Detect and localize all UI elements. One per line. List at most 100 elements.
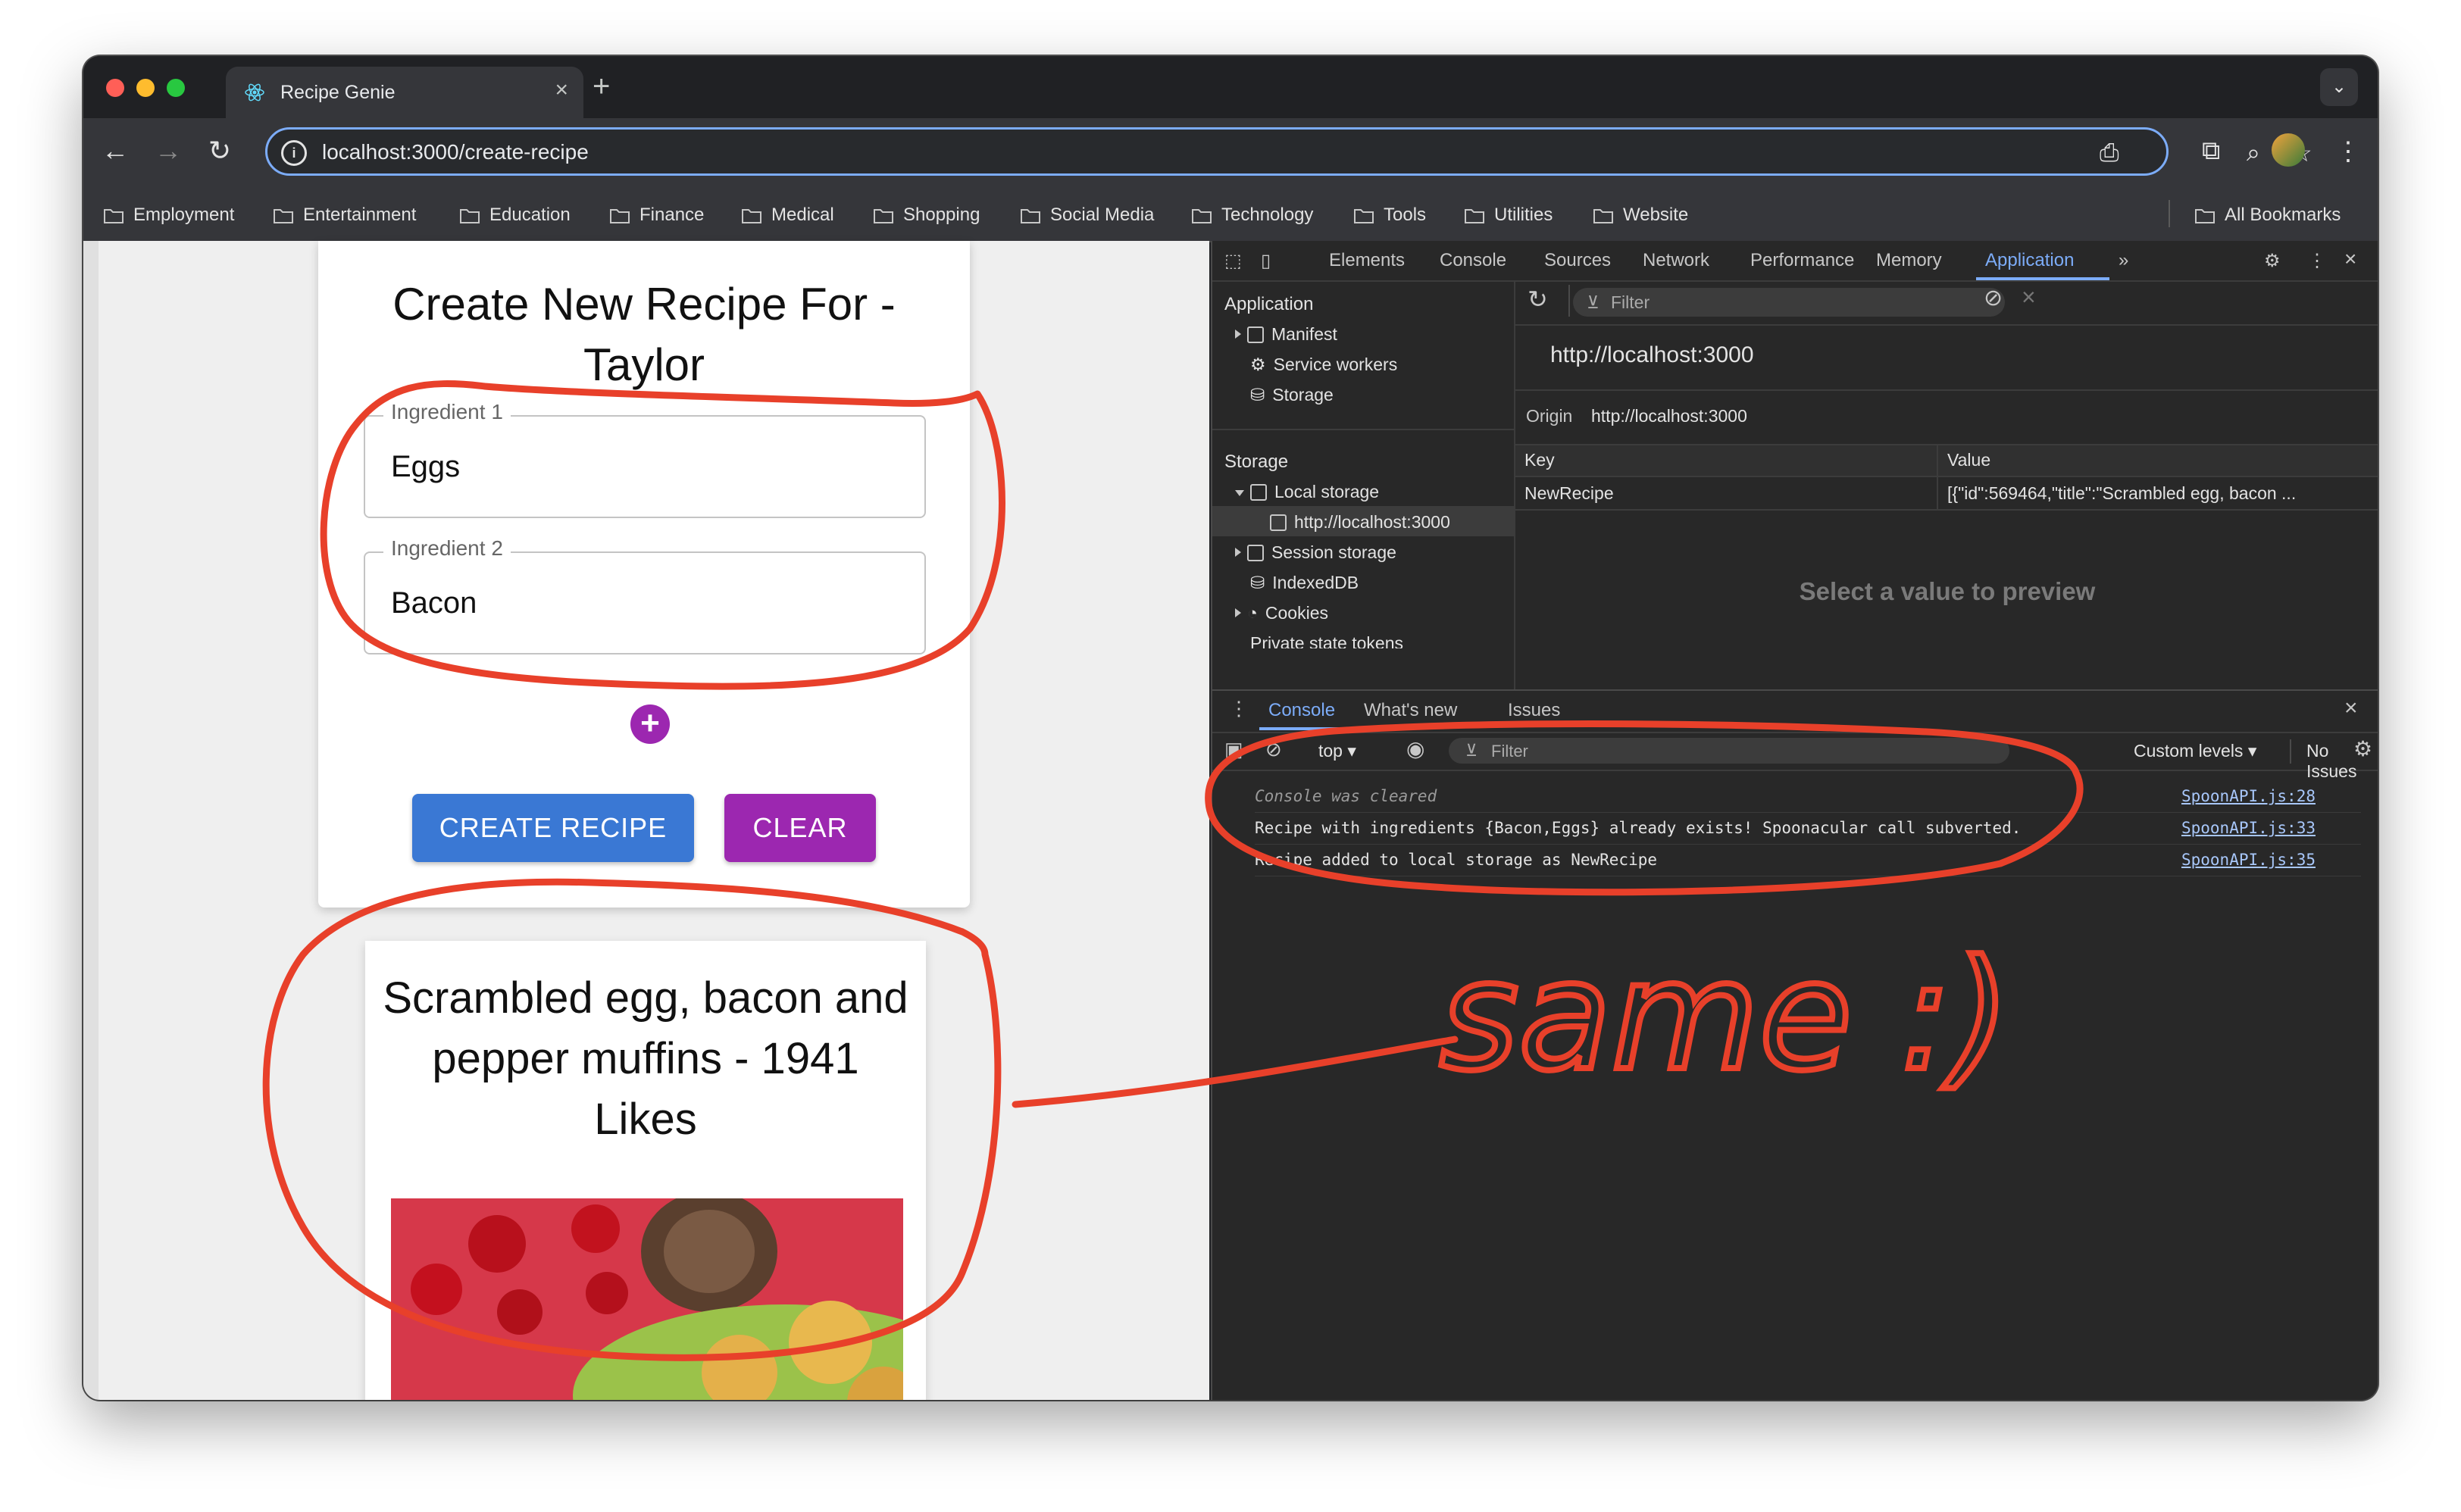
all-bookmarks[interactable]: All Bookmarks (2194, 205, 2341, 226)
storage-filter-input[interactable]: ⊻ Filter (1573, 288, 2005, 317)
inspect-element-icon[interactable]: ⬚ (1224, 250, 1242, 272)
bookmark-finance[interactable]: Finance (609, 205, 704, 226)
bookmark-utilities[interactable]: Utilities (1464, 205, 1553, 226)
tab-network[interactable]: Network (1643, 250, 1709, 271)
console-source-link[interactable]: SpoonAPI.js:28 (2181, 780, 2316, 812)
close-window-button[interactable] (106, 79, 124, 97)
forward-button[interactable]: → (152, 135, 185, 167)
origin-divider (1515, 389, 2378, 391)
minimize-window-button[interactable] (136, 79, 155, 97)
close-tab-icon[interactable]: × (555, 77, 568, 103)
drawer-tab-whats-new[interactable]: What's new (1364, 700, 1457, 721)
browser-menu-icon[interactable]: ⋮ (2335, 136, 2361, 167)
sidebar-item-local-origin[interactable]: http://localhost:3000 (1270, 512, 1450, 533)
cookie-icon: ◔ (1247, 603, 1258, 623)
drawer-tab-issues[interactable]: Issues (1508, 700, 1560, 721)
folder-icon (274, 209, 293, 223)
refresh-icon[interactable]: ↻ (1528, 285, 1548, 314)
tab-console[interactable]: Console (1440, 250, 1506, 271)
tab-performance[interactable]: Performance (1750, 250, 1854, 271)
filter-icon: ⊻ (1465, 741, 1478, 760)
zoom-icon[interactable]: ⌕ (2247, 139, 2260, 167)
url-text: localhost:3000/create-recipe (322, 140, 589, 164)
sidebar-toggle-icon[interactable]: ▣ (1224, 738, 1243, 761)
bookmark-social-media[interactable]: Social Media (1020, 205, 1154, 226)
clear-console-icon[interactable]: ⊘ (1265, 738, 1282, 761)
extensions-icon[interactable]: ⧉ (2202, 136, 2220, 166)
install-app-icon[interactable]: ⎙ (2100, 139, 2119, 167)
sidebar-item-session-storage[interactable]: Session storage (1235, 542, 1396, 563)
tab-recipe-genie[interactable]: Recipe Genie × (226, 67, 583, 118)
table-row[interactable]: NewRecipe [{"id":569464,"title":"Scrambl… (1515, 477, 2378, 511)
settings-gear-icon[interactable]: ⚙ (2264, 250, 2281, 272)
bookmark-education[interactable]: Education (459, 205, 571, 226)
device-toolbar-icon[interactable]: ▯ (1261, 250, 1271, 272)
console-source-link[interactable]: SpoonAPI.js:33 (2181, 812, 2316, 844)
tab-memory[interactable]: Memory (1876, 250, 1942, 271)
tab-elements[interactable]: Elements (1329, 250, 1405, 271)
bookmark-tools[interactable]: Tools (1353, 205, 1426, 226)
ingredient-1-field[interactable]: Ingredient 1 Eggs (364, 400, 926, 518)
console-line: Recipe with ingredients {Bacon,Eggs} alr… (1255, 812, 2361, 845)
console-source-link[interactable]: SpoonAPI.js:35 (2181, 844, 2316, 876)
bookmark-employment[interactable]: Employment (103, 205, 234, 226)
site-info-icon[interactable]: i (281, 140, 307, 166)
bookmark-technology[interactable]: Technology (1191, 205, 1313, 226)
tab-strip: Recipe Genie × + ⌄ (83, 56, 2378, 118)
bookmark-medical[interactable]: Medical (741, 205, 834, 226)
maximize-window-button[interactable] (167, 79, 185, 97)
application-main: ↻ ⊻ Filter ⊘ × http://localhost:3000 Ori… (1515, 280, 2378, 689)
bookmark-shopping[interactable]: Shopping (873, 205, 980, 226)
toolbar-bottom-border (1515, 324, 2378, 326)
sidebar-item-private-state[interactable]: Private state tokens (1250, 633, 1403, 648)
sidebar-item-service-workers[interactable]: ⚙ Service workers (1250, 355, 1397, 375)
bookmark-website[interactable]: Website (1593, 205, 1688, 226)
delete-selected-icon[interactable]: × (2022, 283, 2036, 311)
console-filter-input[interactable]: ⊻ Filter (1449, 738, 2009, 764)
recipe-result-card: Scrambled egg, bacon and pepper muffins … (365, 941, 926, 1400)
sidebar-item-manifest[interactable]: Manifest (1235, 324, 1337, 345)
console-settings-icon[interactable]: ⚙ (2353, 736, 2372, 761)
close-drawer-icon[interactable]: × (2344, 695, 2358, 721)
row-key: NewRecipe (1524, 483, 1614, 503)
sidebar-item-storage[interactable]: ⛁ Storage (1250, 385, 1334, 405)
new-tab-button[interactable]: + (593, 70, 610, 104)
recipe-photo (391, 1198, 903, 1400)
folder-icon (874, 209, 893, 223)
page-margin (83, 241, 99, 1400)
filter-placeholder: Filter (1611, 292, 1650, 312)
sidebar-item-cookies[interactable]: ◔ Cookies (1235, 603, 1328, 623)
sidebar-item-indexeddb[interactable]: ⛁ IndexedDB (1250, 573, 1359, 593)
filter-icon: ⊻ (1587, 292, 1599, 312)
storage-section-header: Storage (1224, 451, 1289, 472)
address-bar[interactable]: i localhost:3000/create-recipe ⎙ ⌕ ☆ (265, 127, 2312, 176)
table-header-row: Key Value (1515, 445, 2378, 509)
folder-icon (2195, 209, 2215, 223)
ingredient-2-field[interactable]: Ingredient 2 Bacon (364, 536, 926, 654)
drawer-tab-console[interactable]: Console (1268, 700, 1335, 721)
bookmark-entertainment[interactable]: Entertainment (273, 205, 416, 226)
close-devtools-icon[interactable]: × (2344, 247, 2356, 271)
profile-avatar[interactable] (2272, 133, 2305, 167)
tab-application[interactable]: Application (1985, 250, 2074, 271)
create-recipe-button[interactable]: CREATE RECIPE (412, 794, 694, 862)
tab-search-button[interactable]: ⌄ (2320, 68, 2358, 106)
reload-button[interactable]: ↻ (203, 135, 236, 167)
value-column-header[interactable]: Value (1947, 450, 1990, 470)
context-selector[interactable]: top ▾ (1318, 741, 1356, 761)
clear-button[interactable]: CLEAR (724, 794, 876, 862)
browser-window: Recipe Genie × + ⌄ ← → ↻ i localhost:300… (83, 56, 2378, 1400)
sidebar-item-local-storage[interactable]: Local storage (1235, 482, 1379, 502)
add-ingredient-button[interactable]: + (630, 704, 670, 744)
more-tabs-icon[interactable]: » (2119, 250, 2128, 271)
folder-icon (1192, 209, 1212, 223)
eye-icon[interactable]: ◉ (1406, 736, 1424, 761)
devtools-menu-icon[interactable]: ⋮ (2308, 250, 2326, 272)
custom-levels-dropdown[interactable]: Custom levels ▾ (2134, 741, 2256, 761)
tab-sources[interactable]: Sources (1544, 250, 1611, 271)
key-column-header[interactable]: Key (1524, 450, 1555, 470)
drawer-menu-icon[interactable]: ⋮ (1229, 697, 1249, 720)
clear-all-icon[interactable]: ⊘ (1984, 285, 2003, 311)
back-button[interactable]: ← (99, 135, 132, 167)
expand-arrow-icon (1235, 330, 1241, 339)
